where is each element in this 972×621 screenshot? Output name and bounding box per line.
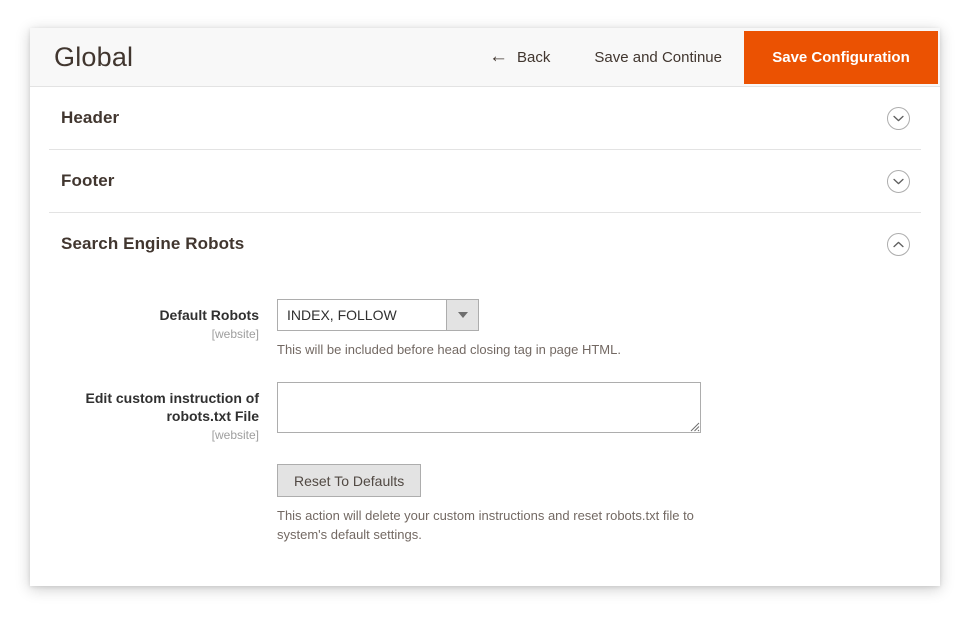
configuration-page-card: Global ← Back Save and Continue Save Con… — [30, 28, 940, 586]
chevron-up-icon[interactable] — [887, 232, 910, 256]
reset-to-defaults-button[interactable]: Reset To Defaults — [277, 464, 422, 498]
default-robots-note: This will be included before head closin… — [277, 342, 621, 357]
page-title: Global — [54, 41, 134, 72]
section-header: Header — [49, 87, 921, 150]
field-custom-robots-instruction: Edit custom instruction of robots.txt Fi… — [49, 381, 921, 442]
save-and-continue-button[interactable]: Save and Continue — [572, 28, 744, 86]
default-robots-label: Default Robots [website] — [49, 299, 277, 360]
arrow-left-icon: ← — [489, 45, 509, 67]
section-footer: Footer — [49, 150, 921, 213]
field-default-robots: Default Robots [website] INDEX, FOLLOW T… — [49, 299, 921, 360]
default-robots-selected-value: INDEX, FOLLOW — [287, 307, 397, 323]
default-robots-scope: [website] — [211, 326, 259, 341]
reset-spacer — [49, 464, 277, 545]
reset-control: Reset To Defaults This action will delet… — [277, 464, 921, 545]
caret-down-glyph — [457, 312, 468, 318]
back-button[interactable]: ← Back — [467, 28, 572, 86]
header-actions: ← Back Save and Continue Save Configurat… — [467, 28, 940, 86]
save-configuration-button[interactable]: Save Configuration — [744, 30, 938, 84]
page-header: Global ← Back Save and Continue Save Con… — [30, 28, 940, 87]
default-robots-label-text: Default Robots — [159, 307, 259, 323]
section-search-engine-robots: Search Engine Robots Default Robots [web… — [49, 213, 921, 575]
custom-robots-label: Edit custom instruction of robots.txt Fi… — [49, 382, 277, 442]
field-reset-to-defaults: Reset To Defaults This action will delet… — [49, 464, 921, 545]
section-search-engine-robots-toggle[interactable]: Search Engine Robots — [49, 213, 921, 275]
default-robots-select[interactable]: INDEX, FOLLOW — [277, 299, 479, 331]
section-footer-title: Footer — [61, 171, 115, 190]
default-robots-control: INDEX, FOLLOW This will be included befo… — [277, 299, 921, 360]
search-engine-robots-fields: Default Robots [website] INDEX, FOLLOW T… — [49, 275, 921, 575]
chevron-down-icon[interactable] — [887, 169, 910, 193]
chevron-down-icon[interactable] — [887, 106, 910, 130]
custom-robots-label-text: Edit custom instruction of robots.txt Fi… — [85, 389, 259, 425]
reset-to-defaults-note: This action will delete your custom inst… — [277, 508, 694, 542]
chevron-down-icon[interactable] — [446, 300, 478, 330]
section-header-toggle[interactable]: Header — [49, 87, 921, 149]
custom-robots-textarea-wrap — [277, 381, 701, 433]
section-header-title: Header — [61, 108, 120, 127]
custom-robots-textarea[interactable] — [277, 381, 701, 433]
custom-robots-control — [277, 381, 921, 442]
card-body: Header Footer Search Engine Robots Defau… — [30, 87, 940, 575]
section-search-engine-robots-title: Search Engine Robots — [61, 234, 245, 253]
section-footer-toggle[interactable]: Footer — [49, 150, 921, 212]
back-button-label: Back — [517, 48, 551, 66]
custom-robots-scope: [website] — [211, 428, 259, 443]
